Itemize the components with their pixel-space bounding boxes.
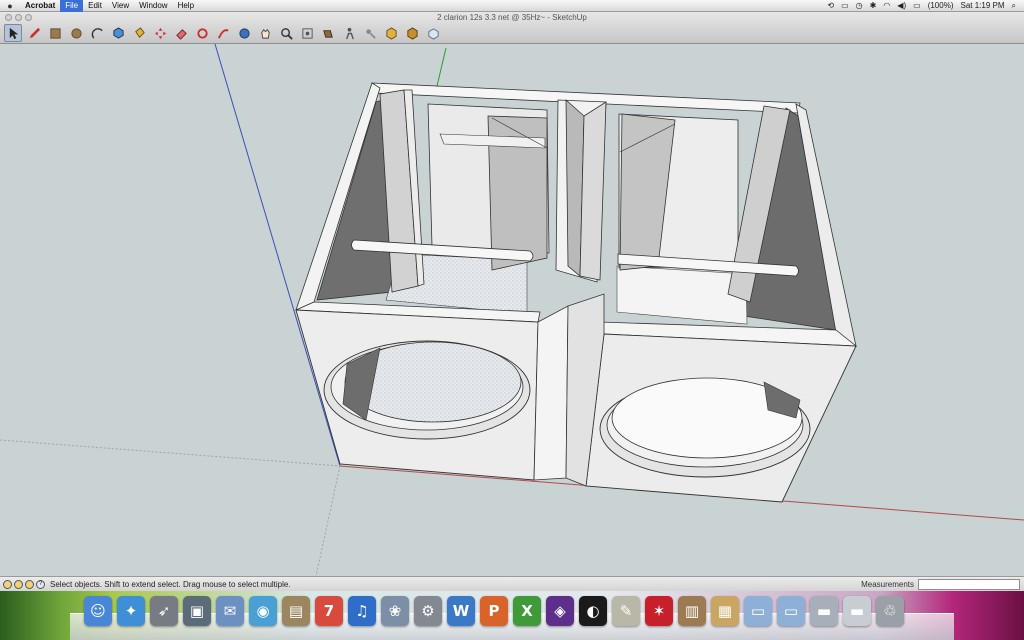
menubar: ● Acrobat File Edit View Window Help ⟲ ▭… (0, 0, 1024, 12)
credits-icon[interactable] (14, 579, 23, 589)
window-titlebar: 2 clarion 12s 3.3 net @ 35Hz~ - SketchUp (0, 12, 1024, 44)
dock-live-icon[interactable]: ◐ (579, 596, 607, 626)
rotate-tool-icon[interactable] (193, 24, 211, 42)
paint-bucket-tool-icon[interactable] (130, 24, 148, 42)
dock-rocket-icon[interactable]: ➶ (150, 596, 178, 626)
arc-tool-icon[interactable] (88, 24, 106, 42)
window-title: 2 clarion 12s 3.3 net @ 35Hz~ - SketchUp (437, 13, 587, 22)
dock-word-icon[interactable]: W (447, 596, 475, 626)
dock-finder-icon[interactable]: ☺ (84, 596, 112, 626)
select-tool-icon[interactable] (4, 24, 22, 42)
toolbar (4, 24, 442, 42)
dock-iphoto-icon[interactable]: ❀ (381, 596, 409, 626)
share-model-tool-icon[interactable] (403, 24, 421, 42)
dock-powerpoint-icon[interactable]: P (480, 596, 508, 626)
blue-axis-dashed (315, 465, 341, 576)
circle-tool-icon[interactable] (67, 24, 85, 42)
dock-installer-icon[interactable]: ▦ (711, 596, 739, 626)
volume-icon[interactable]: ◀) (897, 1, 906, 10)
menu-view[interactable]: View (107, 0, 134, 12)
subwoofer-box-model[interactable] (0, 44, 1024, 576)
dock-ichat-icon[interactable]: ◉ (249, 596, 277, 626)
dock-pro-tools-icon[interactable]: ◈ (546, 596, 574, 626)
rectangle-tool-icon[interactable] (46, 24, 64, 42)
apple-menu-icon[interactable]: ● (0, 1, 20, 11)
menu-window[interactable]: Window (134, 0, 172, 12)
menubar-status: ⟲ ▭ ◷ ✱ ◠ ◀) ▭ (100%) Sat 1:19 PM ⌕ (827, 1, 1024, 11)
dock-folder-applications-icon[interactable]: ▭ (744, 596, 772, 626)
status-hint: Select objects. Shift to extend select. … (50, 579, 291, 589)
dock-itunes-icon[interactable]: ♫ (348, 596, 376, 626)
dock-photo-booth-icon[interactable]: ▣ (183, 596, 211, 626)
help-icon[interactable]: ? (36, 579, 45, 589)
component-tool-icon[interactable] (424, 24, 442, 42)
pencil-tool-icon[interactable] (25, 24, 43, 42)
clock[interactable]: Sat 1:19 PM (960, 1, 1004, 10)
dock-folder-documents-icon[interactable]: ▭ (777, 596, 805, 626)
measurements-label: Measurements (861, 579, 914, 589)
status-icons: ? (0, 579, 45, 589)
eraser-tool-icon[interactable] (172, 24, 190, 42)
position-camera-tool-icon[interactable] (361, 24, 379, 42)
dock-ical-icon[interactable]: 7 (315, 596, 343, 626)
status-bar: ? Select objects. Shift to extend select… (0, 576, 1024, 591)
battery-percent[interactable]: (100%) (928, 1, 954, 10)
menu-help[interactable]: Help (173, 0, 199, 12)
menu-edit[interactable]: Edit (83, 0, 107, 12)
display-icon[interactable]: ▭ (841, 1, 849, 10)
dock-mail-icon[interactable]: ✉ (216, 596, 244, 626)
red-axis-dashed (0, 439, 341, 467)
dock-trash-icon[interactable]: ♲ (876, 596, 904, 626)
pan-tool-icon[interactable] (256, 24, 274, 42)
wifi-icon[interactable]: ◠ (883, 1, 890, 10)
dock-acrobat-icon[interactable]: ✶ (645, 596, 673, 626)
geo-location-icon[interactable] (3, 579, 12, 589)
model-viewport[interactable] (0, 44, 1024, 576)
push-pull-tool-icon[interactable] (109, 24, 127, 42)
get-models-tool-icon[interactable] (382, 24, 400, 42)
dock-downloads-stack-icon[interactable]: ▬ (810, 596, 838, 626)
dock-system-preferences-icon[interactable]: ⚙ (414, 596, 442, 626)
dock-desktop-stack-icon[interactable]: ▬ (843, 596, 871, 626)
user-icon[interactable] (25, 579, 34, 589)
sync-icon[interactable]: ⟲ (827, 1, 834, 10)
measurements-input[interactable] (918, 578, 1020, 590)
time-machine-icon[interactable]: ◷ (856, 1, 863, 10)
follow-me-tool-icon[interactable] (214, 24, 232, 42)
green-axis-line (436, 47, 447, 87)
dock-address-book-icon[interactable]: ▤ (282, 596, 310, 626)
dock-icons: ☺ ✦ ➶ ▣ ✉ ◉ ▤ 7 ♫ ❀ ⚙ W P X ◈ ◐ ✎ ✶ ▥ ▦ ▭ ▭ ▬ ▬ ♲ (84, 596, 904, 626)
menu-file[interactable]: File (60, 0, 84, 12)
dock-text-edit-icon[interactable]: ✎ (612, 596, 640, 626)
dock-excel-icon[interactable]: X (513, 596, 541, 626)
battery-icon[interactable]: ▭ (913, 1, 921, 10)
dock-safari-icon[interactable]: ✦ (117, 596, 145, 626)
zoom-extents-tool-icon[interactable] (298, 24, 316, 42)
zoom-tool-icon[interactable] (277, 24, 295, 42)
previous-view-tool-icon[interactable] (319, 24, 337, 42)
move-tool-icon[interactable] (151, 24, 169, 42)
orbit-tool-icon[interactable] (235, 24, 253, 42)
dock-preview-icon[interactable]: ▥ (678, 596, 706, 626)
walk-tool-icon[interactable] (340, 24, 358, 42)
menu-app-name[interactable]: Acrobat (20, 0, 60, 12)
bluetooth-icon[interactable]: ✱ (870, 1, 877, 10)
spotlight-icon[interactable]: ⌕ (1012, 1, 1016, 11)
dock: ☺ ✦ ➶ ▣ ✉ ◉ ▤ 7 ♫ ❀ ⚙ W P X ◈ ◐ ✎ ✶ ▥ ▦ ▭ ▭ ▬ ▬ ♲ (0, 591, 1024, 640)
